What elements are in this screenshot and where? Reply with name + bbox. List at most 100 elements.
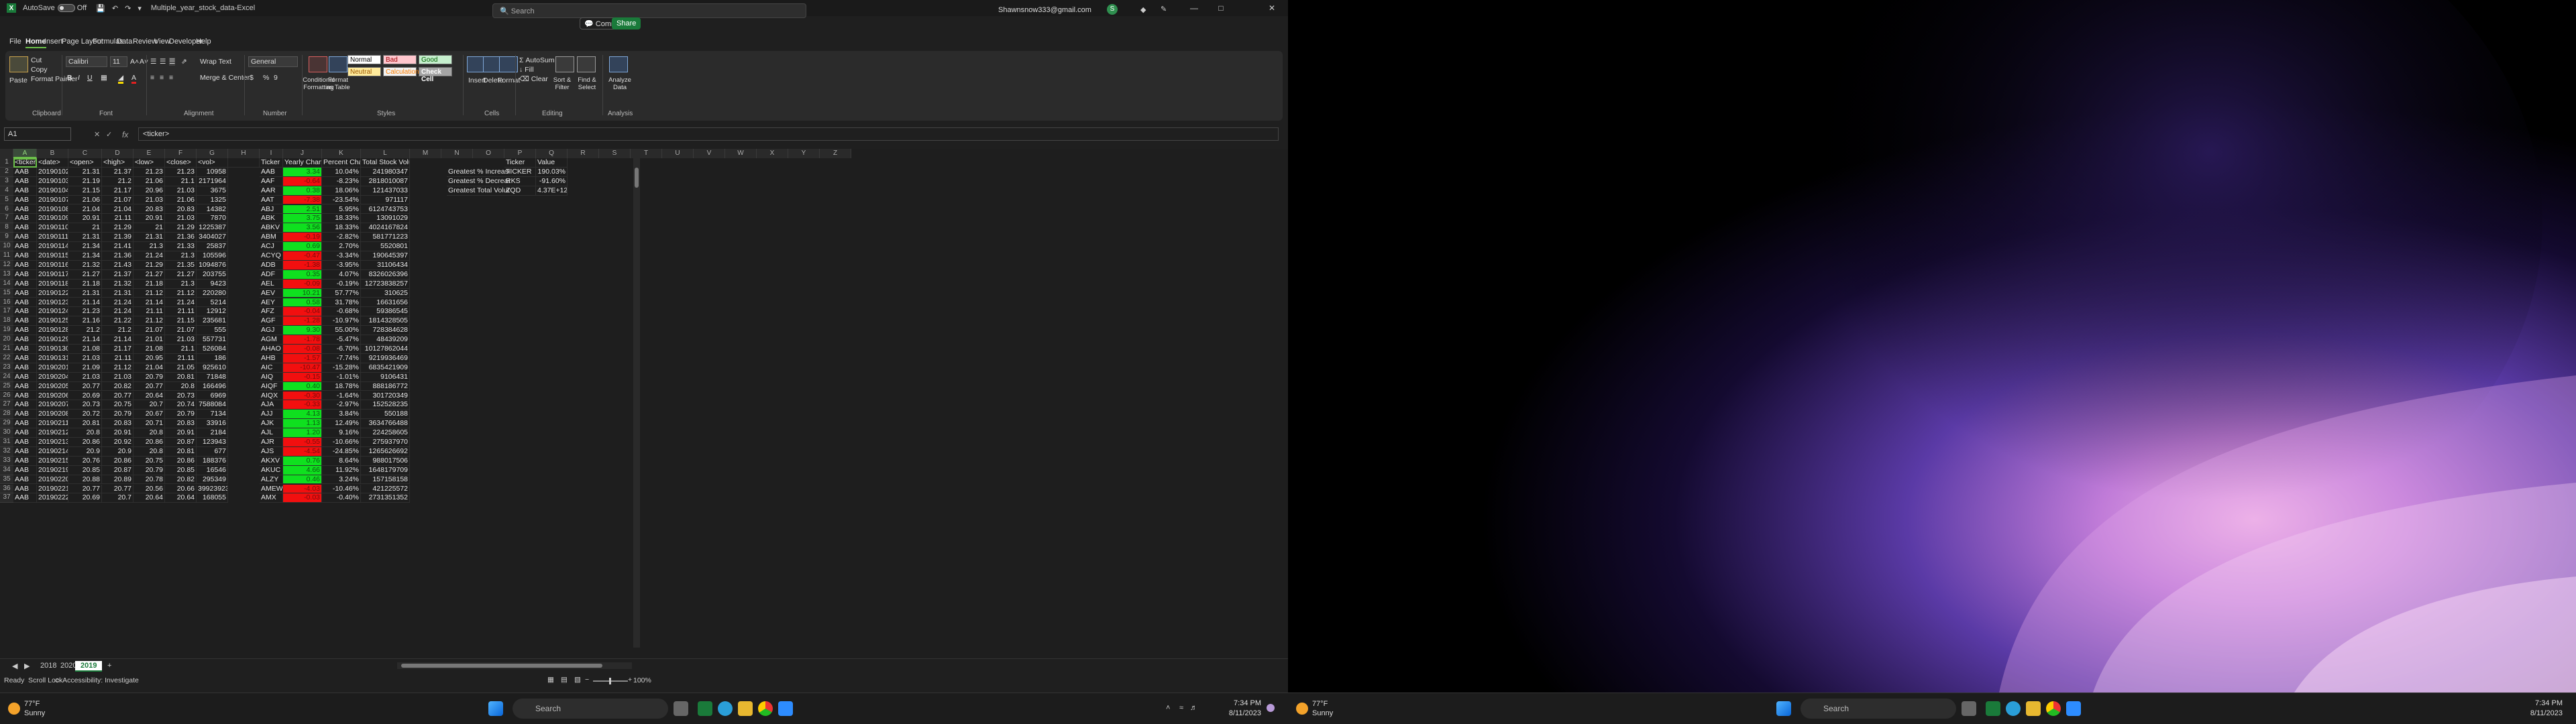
cell-price[interactable]: 20.82 (102, 381, 133, 391)
taskbar-search[interactable]: Search (1801, 699, 1956, 719)
cell-price[interactable]: 21.12 (165, 288, 197, 298)
cell-price[interactable]: 20.86 (68, 438, 102, 447)
cell-ticker[interactable]: AAB (13, 316, 37, 326)
total-volume[interactable]: 59386545 (361, 307, 410, 317)
cell-price[interactable]: 21.11 (133, 307, 165, 317)
cell-ticker[interactable]: AAB (13, 493, 37, 503)
weather-widget[interactable]: 77°F Sunny (24, 699, 45, 718)
cut-button[interactable]: Cut (31, 56, 42, 64)
total-volume[interactable]: 581771223 (361, 233, 410, 243)
cell-price[interactable]: 20.77 (102, 391, 133, 401)
menu-data[interactable]: Data (117, 38, 132, 46)
cell-price[interactable]: 33916 (197, 419, 228, 429)
save-icon[interactable]: 💾 (96, 4, 105, 13)
cell-price[interactable]: 203755 (197, 269, 228, 280)
total-volume[interactable]: 275937970 (361, 438, 410, 447)
column-header-c[interactable]: C (68, 149, 102, 158)
total-volume[interactable]: 421225572 (361, 484, 410, 494)
cell-ticker[interactable]: AAB (13, 223, 37, 233)
percent-change[interactable]: -0.68% (322, 307, 361, 317)
menu-insert[interactable]: Insert (44, 38, 63, 46)
find-select-icon[interactable] (577, 56, 596, 72)
yearly-change[interactable]: 0.40 (283, 381, 322, 391)
redo-icon[interactable]: ↷ (125, 4, 131, 13)
column-header-f[interactable]: F (165, 149, 197, 158)
percent-change[interactable]: 18.33% (322, 223, 361, 233)
comma-icon[interactable]: 9 (274, 74, 278, 82)
summary-ticker[interactable]: AIQ (260, 372, 283, 382)
autosum-button[interactable]: Σ AutoSum (519, 56, 555, 64)
total-volume[interactable]: 1648179709 (361, 465, 410, 475)
cell-price[interactable]: 21.34 (68, 242, 102, 251)
cell-price[interactable]: 6969 (197, 391, 228, 401)
row-header[interactable]: 37 (0, 493, 13, 503)
cell-price[interactable]: 21.14 (68, 298, 102, 308)
cell-date[interactable]: 20190103 (37, 176, 68, 186)
format-button[interactable]: Format (498, 76, 520, 84)
summary-ticker[interactable]: ABKV (260, 223, 283, 233)
header-cell[interactable] (228, 158, 260, 168)
number-format-select[interactable]: General (248, 56, 298, 67)
cell-price[interactable]: 25837 (197, 242, 228, 251)
cell-price[interactable]: 123943 (197, 438, 228, 447)
header-cell[interactable]: Percent Change (322, 158, 361, 168)
font-color-icon[interactable]: A (131, 74, 137, 84)
underline-button[interactable]: U (87, 74, 93, 82)
yearly-change[interactable]: 0.76 (283, 456, 322, 466)
cell-price[interactable]: 21.23 (165, 167, 197, 177)
column-header-o[interactable]: O (473, 149, 504, 158)
summary-ticker[interactable]: AJR (260, 438, 283, 447)
cell-price[interactable]: 21.06 (68, 195, 102, 205)
total-volume[interactable]: 1265626692 (361, 446, 410, 457)
column-header-u[interactable]: U (662, 149, 694, 158)
header-cell[interactable]: <close> (165, 158, 197, 168)
total-volume[interactable]: 550188 (361, 410, 410, 420)
cell-date[interactable]: 20190129 (37, 335, 68, 345)
row-header[interactable]: 29 (0, 419, 13, 429)
yearly-change[interactable]: 10.21 (283, 288, 322, 298)
cell-price[interactable]: 20.64 (133, 391, 165, 401)
cell-price[interactable]: 7870 (197, 214, 228, 224)
cell-ticker[interactable]: AAB (13, 456, 37, 466)
cell-price[interactable]: 20.74 (165, 400, 197, 410)
currency-icon[interactable]: $ (250, 74, 254, 82)
column-header-z[interactable]: Z (820, 149, 851, 158)
chrome-icon[interactable] (758, 701, 773, 716)
cell-date[interactable]: 20190130 (37, 345, 68, 354)
header-cell[interactable]: <low> (133, 158, 165, 168)
cell-price[interactable]: 20.8 (133, 428, 165, 438)
cell-ticker[interactable]: AAB (13, 195, 37, 205)
total-volume[interactable]: 5520801 (361, 242, 410, 251)
diamond-icon[interactable]: ◆ (1140, 5, 1146, 14)
cell-price[interactable]: 21.23 (68, 307, 102, 317)
menu-help[interactable]: Help (196, 38, 211, 46)
summary-ticker[interactable]: AJL (260, 428, 283, 438)
cell-price[interactable]: 21.12 (133, 288, 165, 298)
percent-change[interactable]: -2.82% (322, 233, 361, 243)
autosave-toggle[interactable] (57, 4, 75, 12)
row-header[interactable]: 20 (0, 335, 13, 345)
cell-ticker[interactable]: AAB (13, 438, 37, 447)
percent-change[interactable]: -15.28% (322, 363, 361, 373)
cell-price[interactable]: 21.06 (133, 176, 165, 186)
total-volume[interactable]: 31106434 (361, 260, 410, 270)
cancel-icon[interactable]: ✕ (94, 130, 100, 139)
summary-ticker[interactable]: AEY (260, 298, 283, 308)
yearly-change[interactable]: 0.46 (283, 475, 322, 485)
cell-price[interactable]: 20.79 (133, 465, 165, 475)
column-header-r[interactable]: R (568, 149, 599, 158)
yearly-change[interactable]: 3.75 (283, 214, 322, 224)
page-break-view-icon[interactable]: ▧ (574, 676, 581, 684)
cell-date[interactable]: 20190107 (37, 195, 68, 205)
percent-change[interactable]: -0.40% (322, 493, 361, 503)
cell-ticker[interactable]: AAB (13, 204, 37, 215)
formula-input[interactable]: <ticker> (138, 127, 1279, 141)
yearly-change[interactable]: 3.34 (283, 167, 322, 177)
conditional-formatting-icon[interactable] (309, 56, 327, 72)
percent-change[interactable]: -7.74% (322, 353, 361, 363)
cell-price[interactable]: 20.9 (68, 446, 102, 457)
style-bad[interactable]: Bad (383, 55, 417, 64)
percent-change[interactable]: 18.33% (322, 214, 361, 224)
summary-ticker[interactable]: AKUC (260, 465, 283, 475)
cell-price[interactable]: 21.2 (102, 326, 133, 336)
